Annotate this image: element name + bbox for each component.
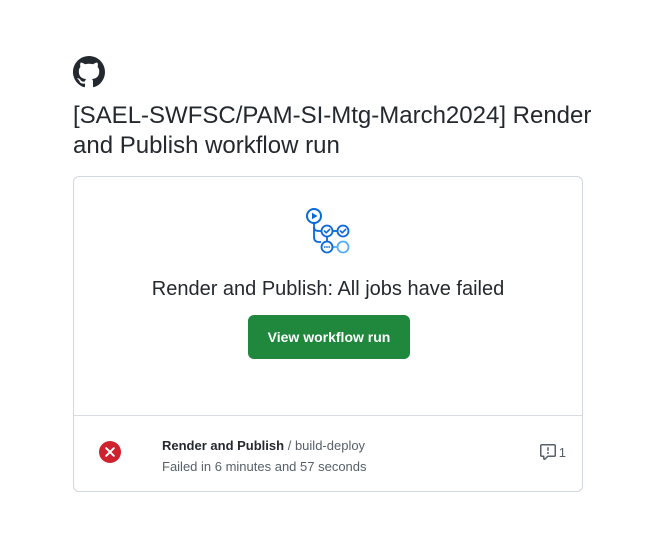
job-title-line: Render and Publish / build-deploy <box>162 436 367 456</box>
x-circle-fill-icon <box>99 441 121 463</box>
card-summary-section: Render and Publish: All jobs have failed… <box>74 177 582 416</box>
comment-alert-icon <box>539 444 556 460</box>
job-separator: / <box>287 438 292 453</box>
job-info: Render and Publish / build-deploy Failed… <box>162 436 367 477</box>
job-name: build-deploy <box>294 438 366 453</box>
workflow-run-card: Render and Publish: All jobs have failed… <box>73 176 583 492</box>
view-workflow-run-button[interactable]: View workflow run <box>248 315 410 359</box>
run-status-heading: Render and Publish: All jobs have failed <box>151 278 505 300</box>
workflow-name: Render and Publish <box>162 438 285 453</box>
workflow-graph-icon <box>303 205 355 257</box>
email-title: [SAEL-SWFSC/PAM-SI-Mtg-March2024] Render… <box>73 102 592 159</box>
job-row[interactable]: Render and Publish / build-deploy Failed… <box>74 416 582 492</box>
annotation-count: 1 <box>558 444 566 460</box>
job-duration: Failed in 6 minutes and 57 seconds <box>162 459 367 474</box>
annotations-count[interactable]: 1 <box>539 444 566 460</box>
github-mark-icon <box>73 56 105 88</box>
email-notification-page: [SAEL-SWFSC/PAM-SI-Mtg-March2024] Render… <box>0 0 648 538</box>
